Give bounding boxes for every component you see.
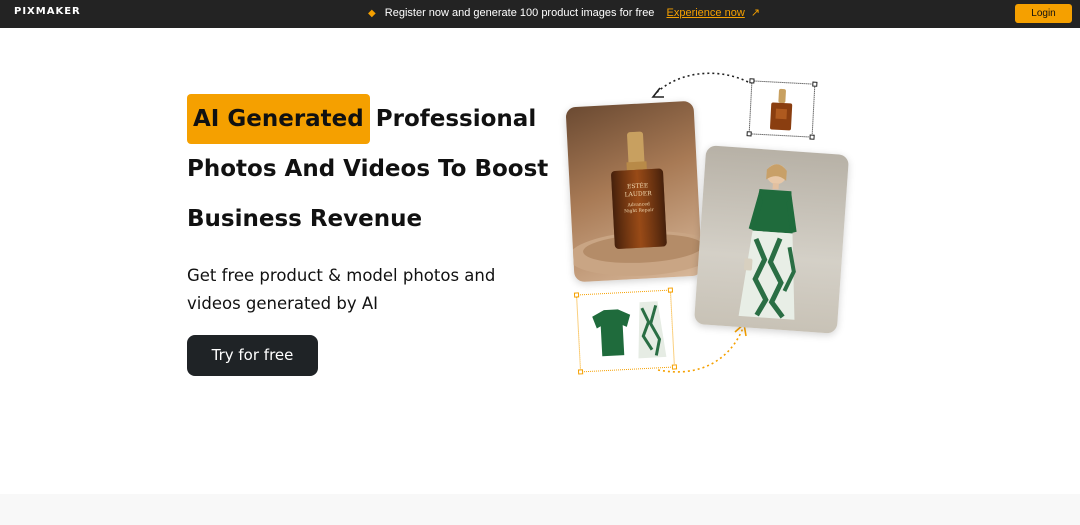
model-photo-card — [693, 145, 850, 334]
bottle-thumbnail — [746, 78, 818, 140]
resize-handle — [746, 131, 752, 137]
product-photo-card: ESTÉE LAUDER Advanced Night Repair — [565, 100, 703, 283]
resize-handle — [812, 81, 818, 87]
resize-handle — [577, 369, 584, 375]
hero-headline: AI Generated Professional Photos And Vide… — [187, 94, 549, 244]
next-section-band — [0, 494, 1080, 525]
arrow-left-icon — [651, 87, 664, 98]
pixmaker-logo[interactable]: PIXMAKER — [14, 6, 81, 17]
resize-handle — [749, 78, 755, 84]
svg-text:LAUDER: LAUDER — [624, 190, 652, 198]
login-button[interactable]: Login — [1015, 4, 1072, 23]
model-image — [738, 164, 797, 320]
resize-handle — [809, 134, 815, 140]
headline-highlight: AI Generated — [187, 94, 370, 144]
promo-text: Register now and generate 100 product im… — [384, 7, 655, 19]
arrow-up-right-icon: ↗ — [750, 7, 761, 19]
clothes-thumb-image — [592, 301, 667, 359]
resize-handle — [671, 364, 678, 370]
hero-subtitle: Get free product & model photos and vide… — [187, 266, 496, 313]
headline-line-3: Business Revenue — [187, 206, 423, 232]
experience-now-link[interactable]: Experience now — [667, 7, 745, 19]
resize-handle — [667, 287, 674, 293]
promo-banner: ◆ Register now and generate 100 product … — [368, 6, 760, 19]
headline-line-1: AI Generated Professional — [187, 94, 547, 144]
headline-line-2: Photos And Videos To Boost — [187, 156, 549, 182]
bottle-thumb-image — [770, 88, 793, 131]
serum-bottle-image: ESTÉE LAUDER Advanced Night Repair — [568, 131, 703, 276]
resize-handle — [573, 292, 580, 298]
headline-line-1-rest: Professional — [375, 106, 537, 132]
sparkle-icon: ◆ — [368, 8, 376, 19]
svg-text:ESTÉE: ESTÉE — [627, 181, 649, 190]
svg-text:Advanced: Advanced — [626, 201, 650, 208]
try-for-free-button[interactable]: Try for free — [187, 335, 318, 376]
clothes-thumbnail — [573, 287, 678, 375]
top-bar: PIXMAKER ◆ Register now and generate 100… — [0, 0, 1080, 28]
